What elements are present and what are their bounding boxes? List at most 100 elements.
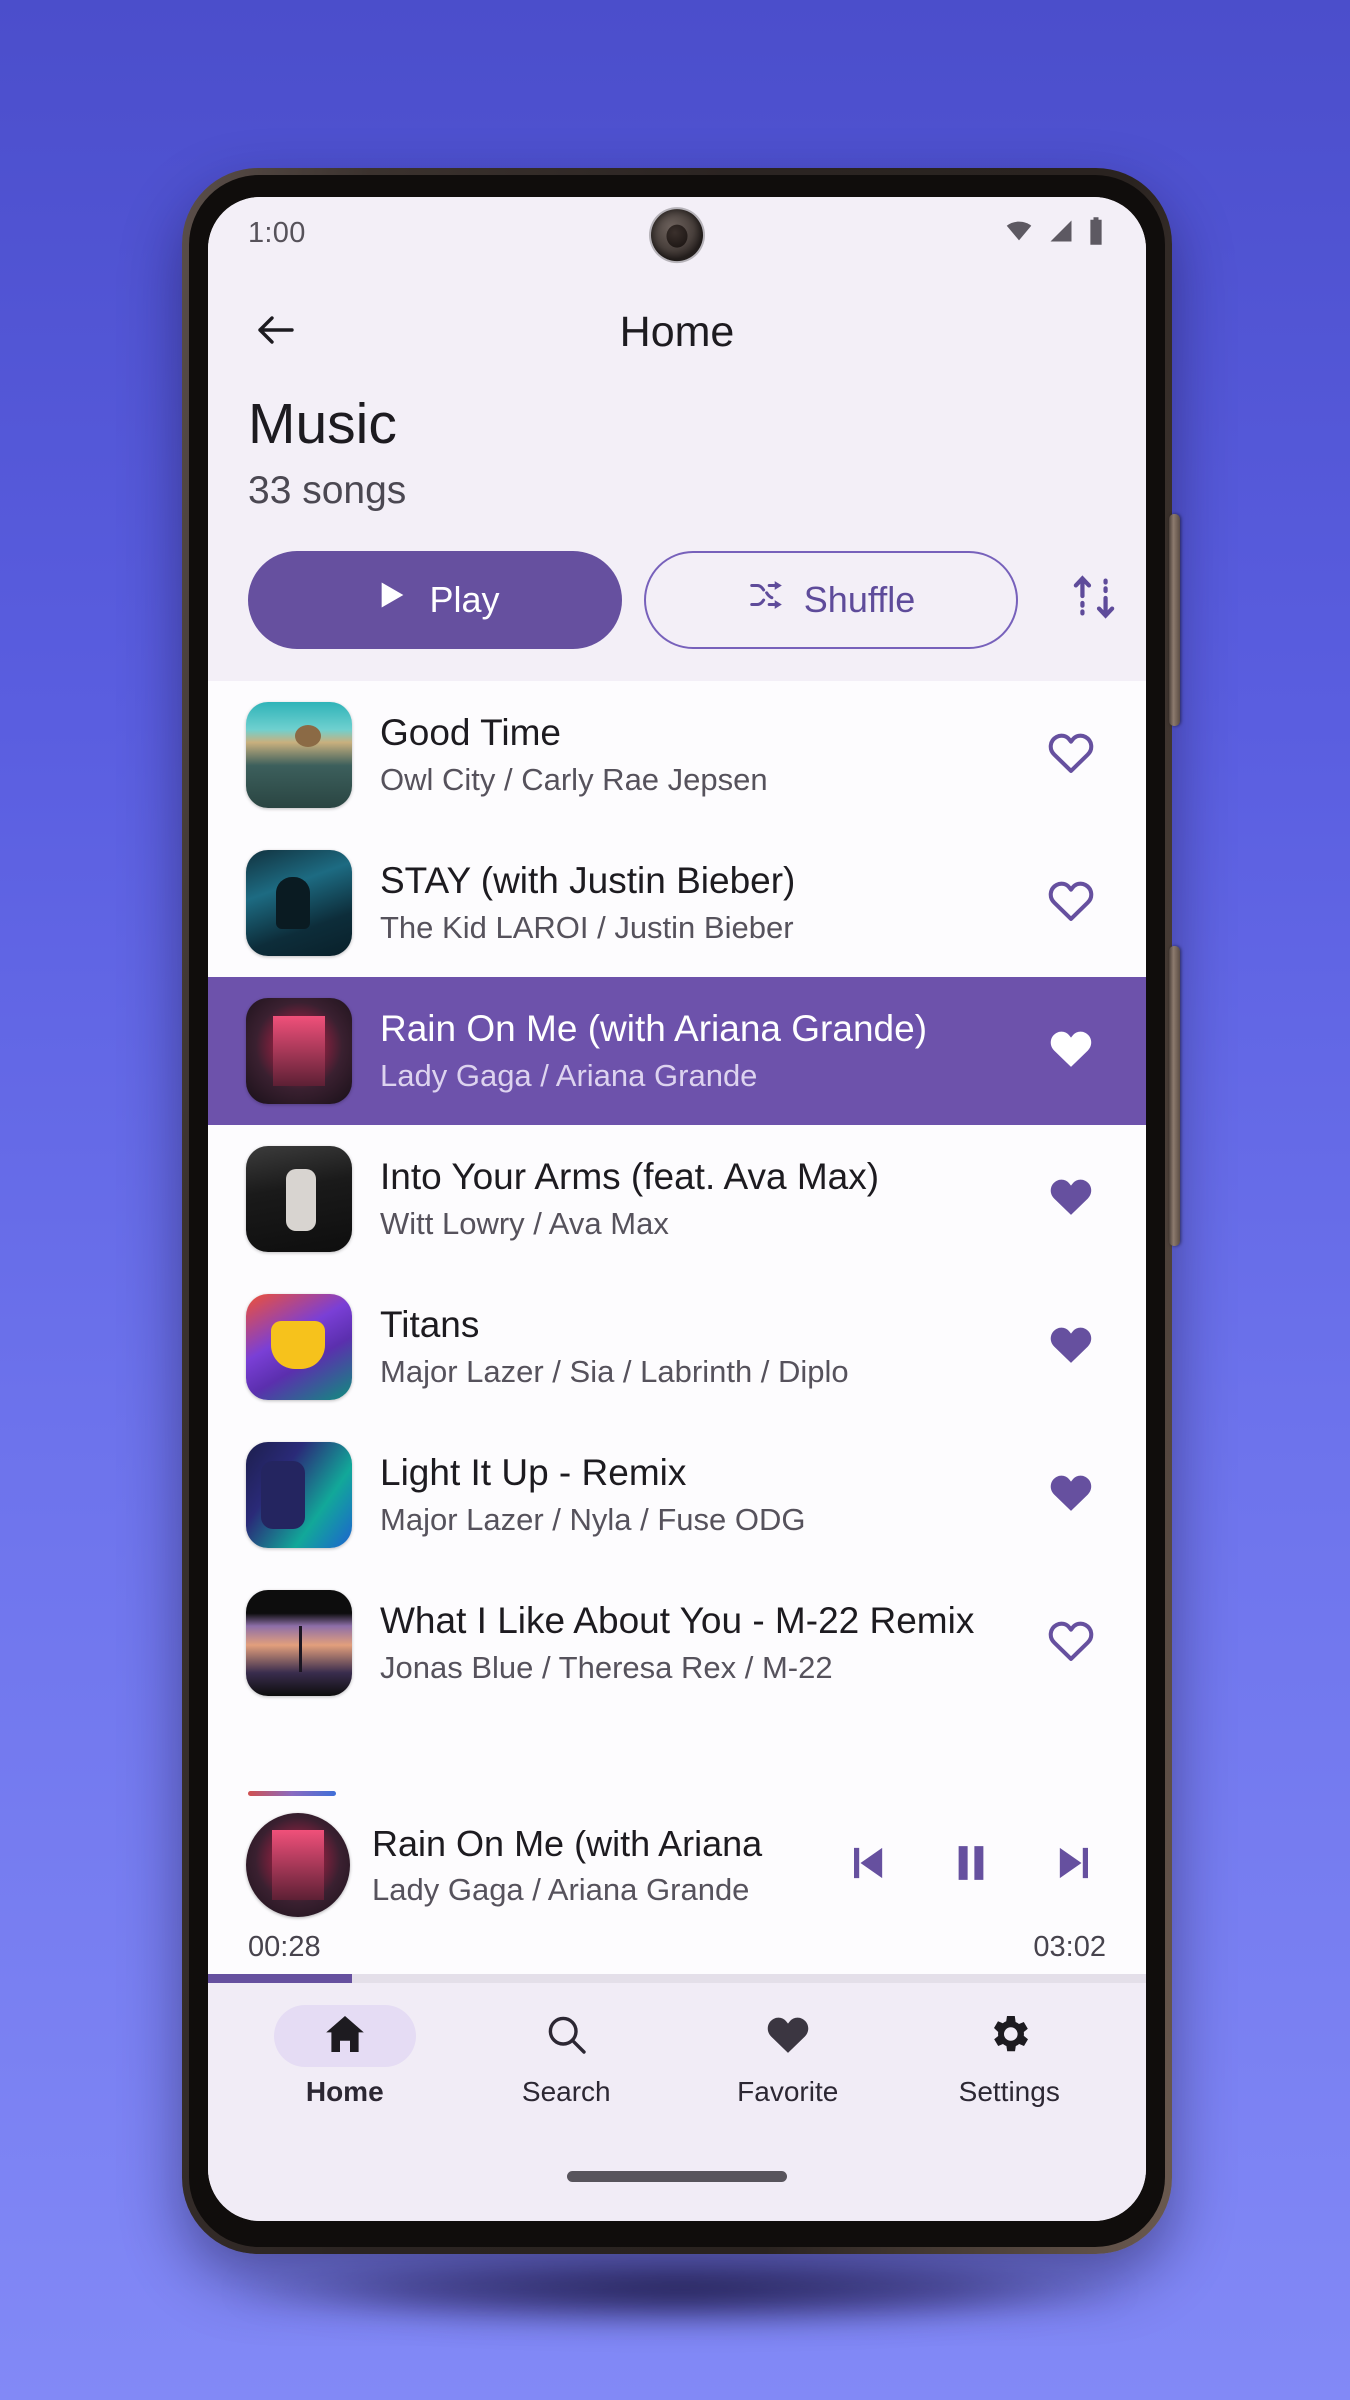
page-title: Home [619, 307, 735, 356]
front-camera-punch-hole [651, 209, 703, 262]
album-art-thumbnail [246, 849, 352, 956]
favorite-button-outline[interactable] [1036, 873, 1106, 932]
bottom-navigation[interactable]: Home Search Favorite Settings [208, 1983, 1146, 2131]
phone-device-frame: 1:00 Home Music 33 songs Play Shuffle Go… [182, 168, 1180, 2254]
library-header: Music 33 songs Play Shuffle [208, 392, 1146, 681]
song-row[interactable]: Titans Major Lazer / Sia / Labrinth / Dip… [208, 1272, 1146, 1421]
song-text: What I Like About You - M-22 Remix Jonas … [352, 1600, 1036, 1685]
song-text: Into Your Arms (feat. Ava Max) Witt Lowry… [352, 1156, 1036, 1241]
song-title: STAY (with Justin Bieber) [380, 860, 796, 902]
nav-item-favorite[interactable]: Favorite [677, 2005, 899, 2108]
shuffle-icon [747, 576, 785, 623]
arrow-left-icon [252, 306, 300, 359]
pause-icon [944, 1836, 998, 1895]
power-button[interactable] [1169, 946, 1180, 1246]
song-row[interactable]: STAY (with Justin Bieber) The Kid LAROI /… [208, 828, 1146, 977]
mini-player-title: Rain On Me (with Ariana [372, 1823, 763, 1865]
mini-player-artist: Lady Gaga / Ariana Grande [372, 1871, 750, 1907]
song-title: What I Like About You - M-22 Remix [380, 1600, 975, 1642]
status-bar: 1:00 [208, 197, 1146, 269]
heart-icon [1044, 1317, 1098, 1376]
sort-button[interactable] [1046, 552, 1142, 648]
song-artist: The Kid LAROI / Justin Bieber [380, 909, 794, 945]
nav-item-home[interactable]: Home [234, 2005, 456, 2108]
status-bar-time: 1:00 [248, 216, 306, 249]
song-row[interactable]: Rain On Me (with Ariana Grande) Lady Gaga… [208, 976, 1146, 1125]
mini-player-times: 00:28 03:02 [208, 1925, 1146, 1974]
favorite-button-filled[interactable] [1036, 1169, 1106, 1228]
mini-player-text: Rain On Me (with Ariana Lady Gaga / Aria… [350, 1822, 818, 1907]
song-row[interactable]: Good Time Owl City / Carly Rae Jepsen [208, 680, 1146, 829]
favorite-button-outline[interactable] [1036, 725, 1106, 784]
song-artist: Major Lazer / Sia / Labrinth / Diplo [380, 1353, 849, 1389]
heart-icon [1044, 725, 1098, 784]
back-button[interactable] [248, 304, 304, 360]
nav-item-label: Favorite [737, 2076, 839, 2107]
favorite-button-filled[interactable] [1036, 1317, 1106, 1376]
status-bar-icons [1002, 216, 1106, 251]
search-icon [542, 2010, 590, 2063]
song-title: Light It Up - Remix [380, 1452, 687, 1494]
play-pause-button[interactable] [940, 1834, 1002, 1896]
play-button[interactable]: Play [248, 550, 622, 649]
song-row[interactable]: What I Like About You - M-22 Remix Jonas … [208, 1568, 1146, 1717]
song-artist: Lady Gaga / Ariana Grande [380, 1057, 758, 1093]
previous-track-button[interactable] [836, 1834, 898, 1896]
nav-item-label: Settings [958, 2076, 1060, 2107]
album-art-thumbnail [246, 997, 352, 1104]
home-gesture-bar[interactable] [567, 2170, 787, 2182]
gesture-nav-area [208, 2131, 1146, 2221]
mini-player-controls [818, 1834, 1106, 1896]
battery-icon [1086, 216, 1106, 251]
nav-pill [938, 2005, 1080, 2067]
song-text: Titans Major Lazer / Sia / Labrinth / Dip… [352, 1304, 1036, 1389]
song-row[interactable]: Into Your Arms (feat. Ava Max) Witt Lowry… [208, 1124, 1146, 1273]
song-text: STAY (with Justin Bieber) The Kid LAROI /… [352, 860, 1036, 945]
next-track-button[interactable] [1044, 1834, 1106, 1896]
phone-bezel: 1:00 Home Music 33 songs Play Shuffle Go… [189, 175, 1165, 2247]
play-button-label: Play [429, 578, 500, 620]
song-artist: Witt Lowry / Ava Max [380, 1205, 669, 1241]
library-action-row: Play Shuffle [248, 550, 1115, 681]
nav-item-settings[interactable]: Settings [899, 2005, 1121, 2108]
nav-pill [495, 2005, 637, 2067]
mini-player[interactable]: Rain On Me (with Ariana Lady Gaga / Aria… [208, 1791, 1146, 1983]
heart-icon [1044, 1465, 1098, 1524]
song-row[interactable]: Light It Up - Remix Major Lazer / Nyla / … [208, 1420, 1146, 1569]
album-art-thumbnail [246, 701, 352, 808]
skip-next-icon [1049, 1837, 1101, 1894]
album-art-thumbnail [246, 1441, 352, 1548]
total-duration: 03:02 [1033, 1931, 1106, 1963]
song-artist: Jonas Blue / Theresa Rex / M-22 [380, 1649, 833, 1685]
shuffle-button-label: Shuffle [803, 578, 916, 620]
cellular-signal-icon [1045, 217, 1077, 250]
sort-arrows-icon [1067, 569, 1121, 630]
favorite-button-filled[interactable] [1036, 1465, 1106, 1524]
library-title: Music [248, 392, 397, 456]
heart-icon [1044, 873, 1098, 932]
song-text: Good Time Owl City / Carly Rae Jepsen [352, 712, 1036, 797]
song-title: Good Time [380, 712, 561, 754]
heart-icon [1044, 1169, 1098, 1228]
play-icon [370, 575, 410, 624]
shuffle-button[interactable]: Shuffle [644, 550, 1018, 649]
nav-item-label: Search [521, 2076, 611, 2107]
nav-pill [717, 2005, 859, 2067]
song-list[interactable]: Good Time Owl City / Carly Rae Jepsen STAY… [208, 680, 1146, 1791]
favorite-button-filled[interactable] [1036, 1021, 1106, 1080]
progress-bar[interactable] [208, 1974, 1146, 1983]
album-art-thumbnail [246, 1293, 352, 1400]
favorite-button-outline[interactable] [1036, 1613, 1106, 1672]
nav-item-label: Home [305, 2076, 384, 2107]
volume-button[interactable] [1169, 514, 1180, 726]
elapsed-time: 00:28 [248, 1931, 321, 1963]
nav-item-search[interactable]: Search [456, 2005, 678, 2108]
mini-player-album-art [246, 1813, 350, 1917]
mini-player-accent-bar [248, 1791, 336, 1796]
heart-icon [761, 2007, 815, 2066]
song-text: Light It Up - Remix Major Lazer / Nyla / … [352, 1452, 1036, 1537]
song-title: Into Your Arms (feat. Ava Max) [380, 1156, 880, 1198]
library-song-count: 33 songs [248, 468, 407, 512]
progress-bar-fill [208, 1974, 353, 1983]
album-art-thumbnail [246, 1145, 352, 1252]
